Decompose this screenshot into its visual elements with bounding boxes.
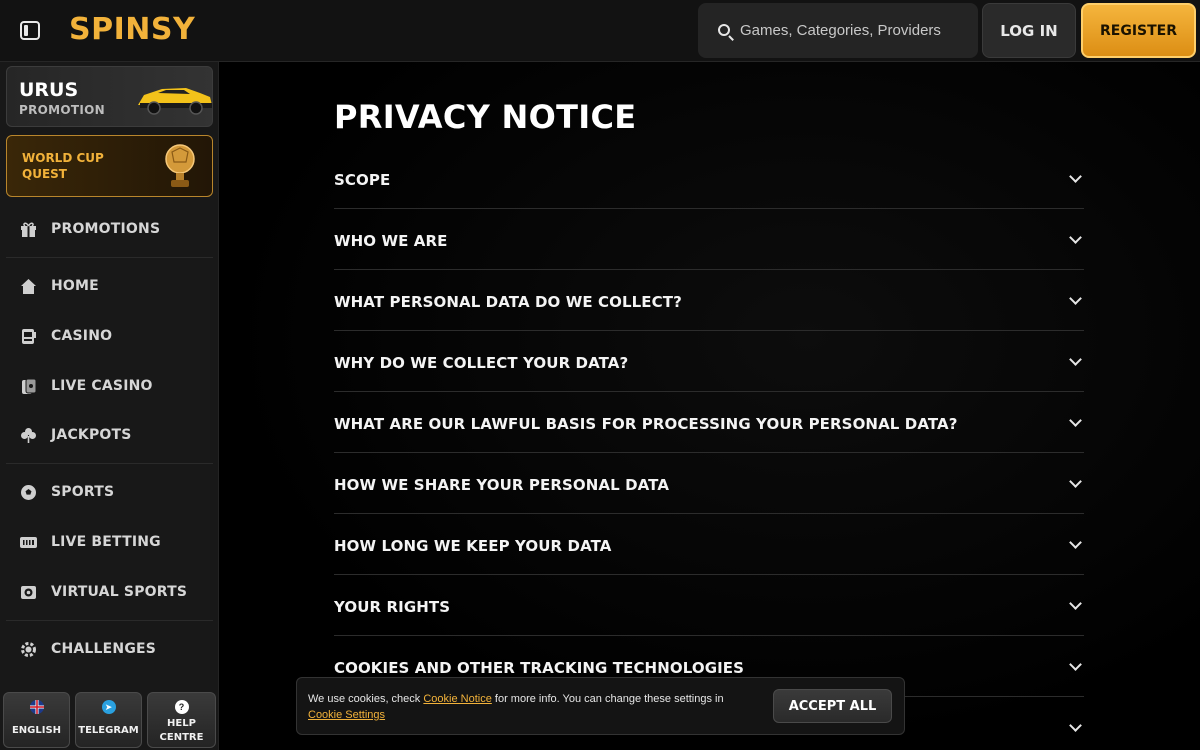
- cookie-notice-link[interactable]: Cookie Notice: [423, 693, 491, 705]
- sidebar-item-label: CHALLENGES: [51, 641, 157, 657]
- sidebar-item-casino[interactable]: CASINO: [6, 316, 213, 356]
- sidebar-divider: [6, 257, 213, 258]
- cookie-text-part: We use cookies, check: [308, 693, 424, 705]
- home-icon: [20, 278, 37, 295]
- search-placeholder: Games, Categories, Providers: [740, 22, 941, 39]
- sidebar-item-label: LIVE BETTING: [51, 534, 161, 550]
- sidebar-item-live-betting[interactable]: LIVE BETTING: [6, 522, 213, 562]
- telegram-icon: ➤: [101, 700, 116, 714]
- accordion-why-collect[interactable]: WHY DO WE COLLECT YOUR DATA?: [334, 331, 1084, 392]
- sidebar-item-label: SPORTS: [51, 484, 115, 500]
- virtual-ball-icon: [20, 584, 37, 601]
- gear-badge-icon: [20, 641, 37, 658]
- register-button[interactable]: REGISTER: [1081, 3, 1196, 58]
- accept-all-button[interactable]: ACCEPT ALL: [773, 689, 892, 723]
- chevron-down-icon: [1069, 231, 1082, 244]
- sidebar-item-label: VIRTUAL SPORTS: [51, 584, 188, 600]
- accordion-label: HOW LONG WE KEEP YOUR DATA: [334, 537, 612, 555]
- cards-icon: [20, 378, 37, 395]
- slot-machine-icon: [20, 328, 37, 345]
- accordion-keep-data[interactable]: HOW LONG WE KEEP YOUR DATA: [334, 514, 1084, 575]
- search-input[interactable]: Games, Categories, Providers: [698, 3, 978, 58]
- accordion-label: COOKIES AND OTHER TRACKING TECHNOLOGIES: [334, 659, 745, 677]
- sidebar-item-label: HOME: [51, 278, 99, 294]
- sidebar-item-promotions[interactable]: PROMOTIONS: [6, 209, 213, 249]
- chevron-down-icon: [1069, 414, 1082, 427]
- help-centre-label-line2: CENTRE: [159, 732, 204, 743]
- gift-icon: [20, 221, 37, 238]
- chevron-down-icon: [1069, 170, 1082, 183]
- top-header: SPINSY Games, Categories, Providers LOG …: [0, 0, 1200, 62]
- urus-promo-title: URUS: [19, 79, 79, 101]
- sidebar-item-label: LIVE CASINO: [51, 378, 153, 394]
- clover-icon: [20, 427, 37, 444]
- question-icon: ?: [174, 700, 189, 714]
- accordion-who-we-are[interactable]: WHO WE ARE: [334, 209, 1084, 270]
- accordion-label: WHY DO WE COLLECT YOUR DATA?: [334, 354, 629, 372]
- search-icon: [718, 24, 730, 36]
- chevron-down-icon: [1069, 658, 1082, 671]
- help-centre-label-line1: HELP: [167, 718, 196, 729]
- chevron-down-icon: [1069, 597, 1082, 610]
- sidebar-item-label: JACKPOTS: [51, 427, 132, 443]
- cookie-text-part: for more info. You can change these sett…: [491, 693, 724, 705]
- sidebar-item-home[interactable]: HOME: [6, 266, 213, 306]
- sidebar-toggle-icon[interactable]: [20, 21, 40, 40]
- accordion-label: YOUR RIGHTS: [334, 598, 451, 616]
- accordion-label: WHAT ARE OUR LAWFUL BASIS FOR PROCESSING…: [334, 415, 958, 433]
- sidebar-item-challenges[interactable]: CHALLENGES: [6, 629, 213, 669]
- sidebar-item-virtual-sports[interactable]: VIRTUAL SPORTS: [6, 572, 213, 612]
- accordion-label: WHAT PERSONAL DATA DO WE COLLECT?: [334, 293, 682, 311]
- accordion-share-data[interactable]: HOW WE SHARE YOUR PERSONAL DATA: [334, 453, 1084, 514]
- accordion-label: SCOPE: [334, 171, 391, 189]
- cookie-banner-text: We use cookies, check Cookie Notice for …: [308, 691, 758, 723]
- chevron-down-icon: [1069, 292, 1082, 305]
- language-label: ENGLISH: [11, 725, 62, 736]
- uk-flag-icon: [29, 700, 44, 714]
- sidebar-bottom-buttons: ENGLISH ➤ TELEGRAM ? HELP CENTRE: [3, 692, 216, 748]
- accordion-label: WHO WE ARE: [334, 232, 448, 250]
- chevron-down-icon: [1069, 719, 1082, 732]
- accordion-label: HOW WE SHARE YOUR PERSONAL DATA: [334, 476, 670, 494]
- cookie-banner: We use cookies, check Cookie Notice for …: [296, 677, 905, 735]
- world-cup-quest-title: WORLD CUP QUEST: [22, 151, 104, 181]
- telegram-button[interactable]: ➤ TELEGRAM: [75, 692, 142, 748]
- urus-promotion-card[interactable]: URUS PROMOTION: [6, 66, 213, 127]
- accordion-lawful-basis[interactable]: WHAT ARE OUR LAWFUL BASIS FOR PROCESSING…: [334, 392, 1084, 453]
- language-button[interactable]: ENGLISH: [3, 692, 70, 748]
- chevron-down-icon: [1069, 353, 1082, 366]
- sidebar-item-sports[interactable]: SPORTS: [6, 472, 213, 512]
- yellow-car-icon: [138, 88, 212, 115]
- login-button[interactable]: LOG IN: [982, 3, 1076, 58]
- sidebar-item-jackpots[interactable]: JACKPOTS: [6, 415, 213, 455]
- page-title: PRIVACY NOTICE: [334, 98, 637, 136]
- live-badge-icon: [20, 534, 37, 551]
- sidebar-item-label: CASINO: [51, 328, 113, 344]
- help-centre-button[interactable]: ? HELP CENTRE: [147, 692, 216, 748]
- telegram-label: TELEGRAM: [78, 725, 139, 736]
- golden-ball-trophy-icon: [165, 144, 195, 187]
- cookie-settings-link[interactable]: Cookie Settings: [308, 709, 385, 721]
- world-cup-quest-card[interactable]: WORLD CUP QUEST: [6, 135, 213, 197]
- site-logo[interactable]: SPINSY: [69, 12, 195, 47]
- accordion-your-rights[interactable]: YOUR RIGHTS: [334, 575, 1084, 636]
- sidebar-divider: [6, 620, 213, 621]
- chevron-down-icon: [1069, 536, 1082, 549]
- sidebar: URUS PROMOTION WORLD CUP QUEST PROMOTION…: [0, 62, 219, 750]
- main-content: PRIVACY NOTICE SCOPE WHO WE ARE WHAT PER…: [220, 62, 1200, 750]
- sidebar-item-live-casino[interactable]: LIVE CASINO: [6, 366, 213, 406]
- accordion-personal-data[interactable]: WHAT PERSONAL DATA DO WE COLLECT?: [334, 270, 1084, 331]
- accordion-scope[interactable]: SCOPE: [334, 148, 1084, 209]
- sidebar-divider: [6, 463, 213, 464]
- sidebar-item-label: PROMOTIONS: [51, 221, 161, 237]
- football-icon: [20, 484, 37, 501]
- urus-promo-subtitle: PROMOTION: [19, 103, 105, 117]
- chevron-down-icon: [1069, 475, 1082, 488]
